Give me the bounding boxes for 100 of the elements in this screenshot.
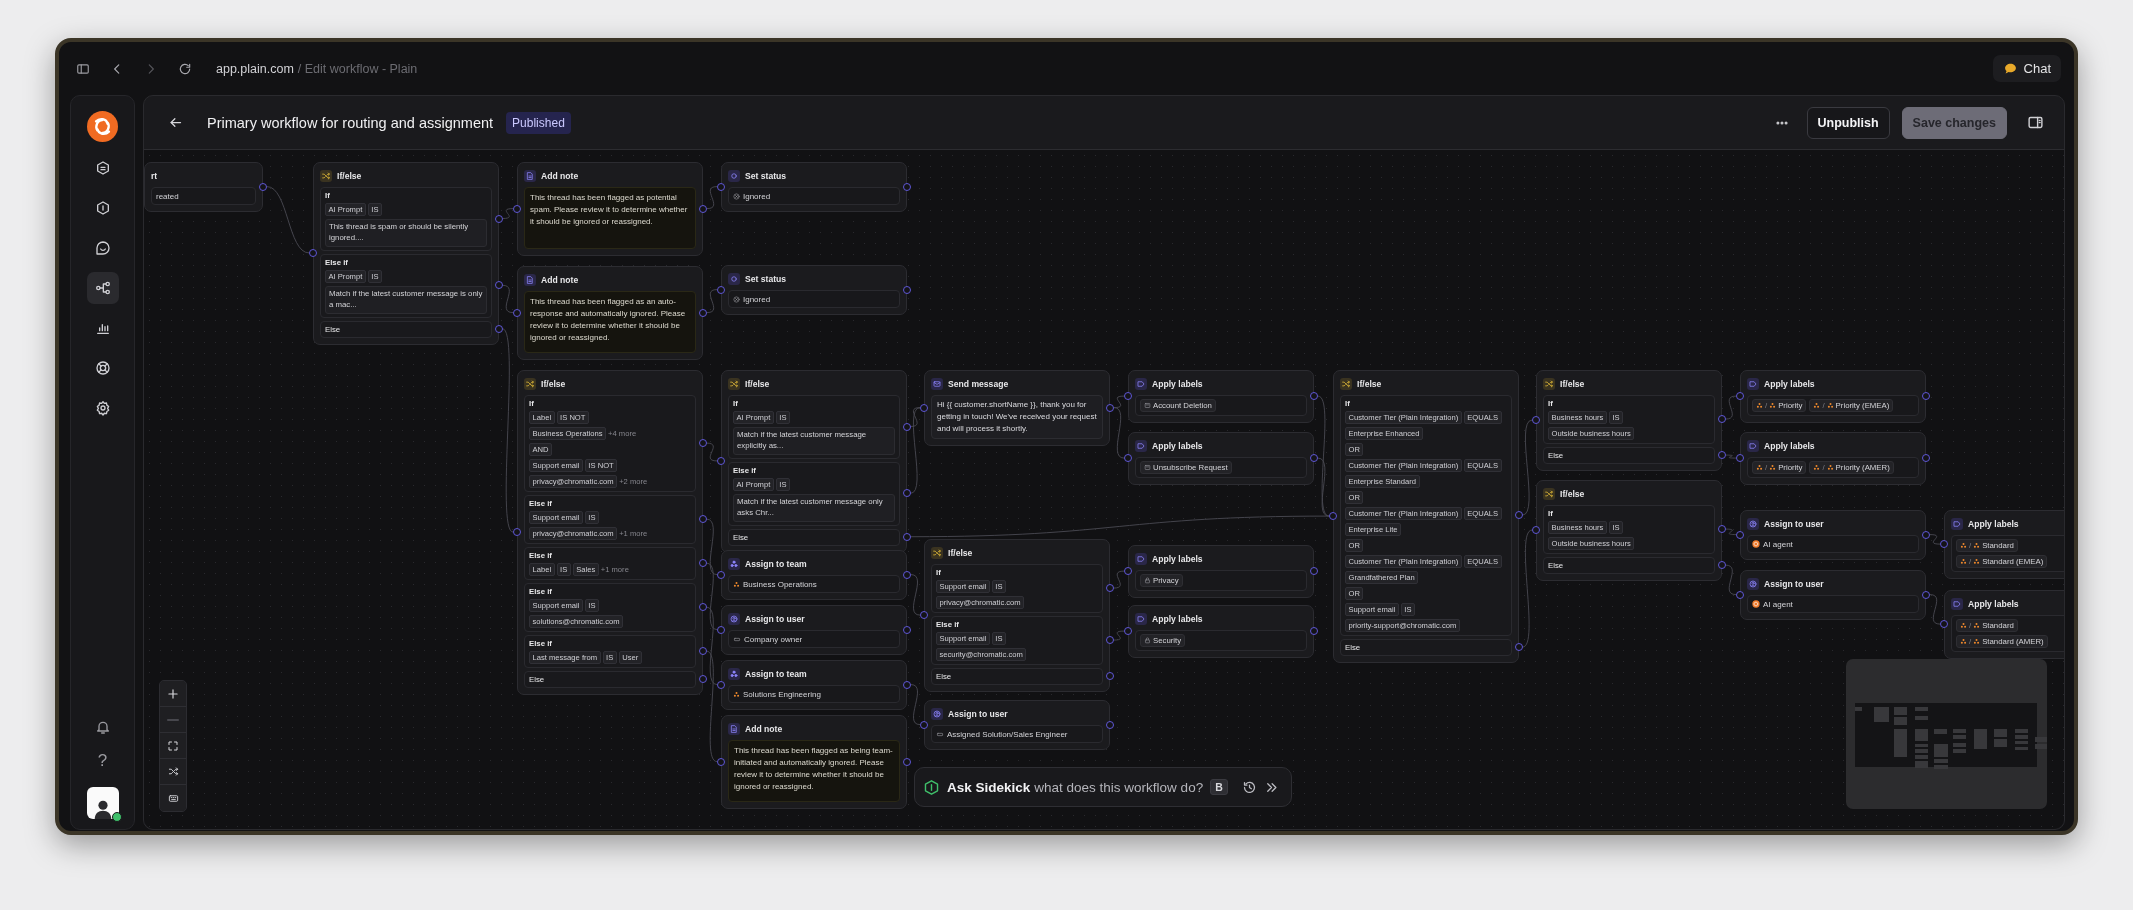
- port-handle[interactable]: [513, 308, 521, 317]
- port-handle[interactable]: [698, 675, 707, 684]
- port-handle[interactable]: [1124, 392, 1132, 401]
- port-handle[interactable]: [1105, 584, 1114, 593]
- port-handle[interactable]: [1940, 620, 1948, 629]
- port-handle[interactable]: [1329, 512, 1337, 521]
- port-handle[interactable]: [494, 214, 503, 223]
- port-handle[interactable]: [920, 403, 928, 412]
- node-title: Assign to user: [948, 708, 1008, 719]
- port-handle[interactable]: [902, 489, 911, 498]
- node-title: Apply labels: [1764, 378, 1815, 389]
- port-handle[interactable]: [717, 757, 725, 766]
- user-avatar[interactable]: [86, 787, 119, 819]
- port-handle[interactable]: [698, 515, 707, 524]
- port-handle[interactable]: [717, 456, 725, 465]
- assignee-name: AI agent: [1763, 539, 1793, 549]
- port-handle[interactable]: [1106, 403, 1114, 412]
- port-handle[interactable]: [698, 603, 707, 612]
- reload-icon[interactable]: [178, 61, 192, 76]
- node-title: If/else: [1560, 488, 1585, 499]
- team-icon: [728, 557, 740, 570]
- port-handle[interactable]: [698, 439, 707, 448]
- minimap-drawing[interactable]: [1846, 659, 2047, 809]
- port-handle[interactable]: [717, 680, 725, 689]
- label-icon: [1135, 377, 1147, 390]
- connector-line: [266, 186, 310, 254]
- port-handle[interactable]: [920, 720, 928, 729]
- port-handle[interactable]: [903, 285, 911, 294]
- port-handle[interactable]: [903, 570, 911, 579]
- port-handle[interactable]: [1736, 454, 1744, 463]
- nav-item[interactable]: [86, 272, 119, 304]
- shuffle-icon: [1340, 377, 1352, 390]
- port-handle[interactable]: [1310, 454, 1318, 463]
- port-handle[interactable]: [699, 204, 707, 213]
- port-handle[interactable]: [1106, 720, 1114, 729]
- port-handle[interactable]: [513, 204, 521, 213]
- port-handle[interactable]: [1736, 530, 1744, 539]
- shuffle-icon: [728, 377, 740, 390]
- sidekick-prompt[interactable]: what does this workflow do?: [1034, 779, 1204, 795]
- side-panel-icon[interactable]: [2027, 114, 2044, 131]
- port-handle[interactable]: [1310, 627, 1318, 636]
- port-handle[interactable]: [1105, 672, 1114, 681]
- help-icon[interactable]: ?: [97, 751, 108, 771]
- port-handle[interactable]: [1940, 540, 1948, 549]
- port-handle[interactable]: [1310, 567, 1318, 576]
- sidebar-toggle-icon[interactable]: [76, 61, 90, 76]
- lock-icon: [1144, 637, 1151, 644]
- port-handle[interactable]: [1736, 392, 1744, 401]
- node-title: If/else: [1560, 378, 1585, 389]
- shuffle-icon: [320, 169, 332, 182]
- port-handle[interactable]: [1736, 590, 1744, 599]
- port-handle[interactable]: [1717, 451, 1726, 460]
- port-handle[interactable]: [259, 182, 267, 191]
- port-handle[interactable]: [1922, 590, 1930, 599]
- port-handle[interactable]: [698, 647, 707, 656]
- port-handle[interactable]: [1124, 454, 1132, 463]
- team-icon: [1960, 542, 1967, 549]
- logo-icon[interactable]: [87, 111, 118, 142]
- port-handle[interactable]: [903, 680, 911, 689]
- port-handle[interactable]: [1717, 415, 1726, 424]
- port-handle[interactable]: [1124, 567, 1132, 576]
- port-handle[interactable]: [494, 281, 503, 290]
- port-handle[interactable]: [698, 559, 707, 568]
- port-handle[interactable]: [1717, 561, 1726, 570]
- label-icon: [1747, 377, 1759, 390]
- port-handle[interactable]: [1922, 530, 1930, 539]
- port-handle[interactable]: [1922, 392, 1930, 401]
- port-handle[interactable]: [903, 182, 911, 191]
- team-icon: [1973, 542, 1981, 549]
- port-handle[interactable]: [1124, 627, 1132, 636]
- port-handle[interactable]: [1105, 636, 1114, 645]
- node-title: Assign to user: [745, 613, 805, 624]
- port-handle[interactable]: [902, 532, 911, 541]
- node-title: Apply labels: [1968, 518, 2019, 529]
- port-handle[interactable]: [1514, 643, 1523, 652]
- port-handle[interactable]: [1922, 454, 1930, 463]
- shuffle-icon: [1543, 377, 1555, 390]
- port-handle[interactable]: [717, 182, 725, 191]
- chat-button[interactable]: Chat: [1992, 55, 2061, 82]
- port-handle[interactable]: [1532, 416, 1540, 425]
- port-handle[interactable]: [903, 757, 911, 766]
- history-button[interactable]: [1242, 779, 1257, 795]
- port-handle[interactable]: [717, 285, 725, 294]
- port-handle[interactable]: [1717, 525, 1726, 534]
- port-handle[interactable]: [309, 248, 317, 257]
- unpublish-button[interactable]: Unpublish: [1806, 106, 1890, 139]
- zoom-in-button[interactable]: [160, 681, 186, 707]
- bell-icon[interactable]: [94, 719, 111, 735]
- port-handle[interactable]: [717, 570, 725, 579]
- node-title: Assign to user: [1764, 518, 1824, 529]
- connector-line: [1725, 564, 1737, 596]
- port-handle[interactable]: [902, 422, 911, 431]
- port-handle[interactable]: [1310, 392, 1318, 401]
- port-handle[interactable]: [494, 324, 503, 333]
- note-text: This thread has been flagged as potential spam. Please review it to determine whether it should be ignored or reassigned.: [524, 187, 696, 249]
- port-handle[interactable]: [699, 308, 707, 317]
- connector-line: [1725, 528, 1737, 536]
- port-handle[interactable]: [717, 625, 725, 634]
- label-icon: [1951, 597, 1963, 610]
- port-handle[interactable]: [513, 528, 521, 537]
